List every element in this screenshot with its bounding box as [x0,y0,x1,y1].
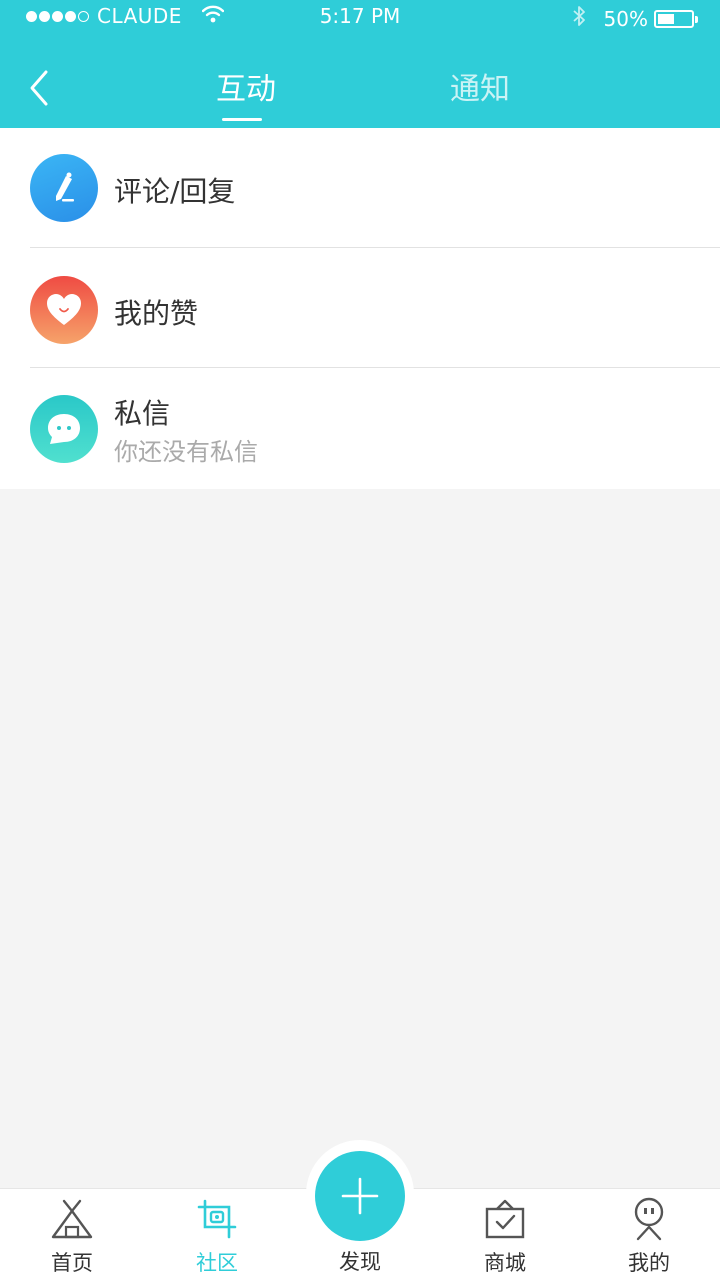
chevron-left-icon [30,70,48,106]
tabbar-label: 首页 [51,1251,93,1275]
list-item-title: 我的赞 [114,297,199,330]
list-item-title: 私信 [114,397,171,430]
discover-label: 发现 [339,1250,381,1274]
list-item-comments[interactable]: 评论/回复 [0,128,720,248]
list-item-messages[interactable]: 私信 你还没有私信 [0,368,720,489]
tabbar-label: 商城 [484,1251,526,1275]
community-icon [195,1197,239,1245]
bluetooth-icon [572,4,586,33]
tabbar-label: 我的 [628,1251,670,1275]
list-item-subtitle: 你还没有私信 [114,438,258,466]
battery-icon [654,9,698,28]
user-face-icon [627,1197,671,1245]
plus-icon [341,1177,379,1215]
pencil-icon [30,154,98,222]
header: CLAUDE 5:17 PM 50% 互动 通知 [0,0,720,128]
list-item-title: 评论/回复 [114,175,236,208]
tabbar-item-home[interactable]: 首页 [0,1189,144,1280]
tab-interaction[interactable]: 互动 [216,64,276,108]
shop-bag-icon [483,1197,527,1245]
heart-icon [30,276,98,344]
status-bar: CLAUDE 5:17 PM 50% [0,0,720,34]
tent-icon [50,1197,94,1245]
chat-bubble-icon [30,395,98,463]
tabbar-item-me[interactable]: 我的 [577,1189,720,1280]
discover-button[interactable] [315,1151,405,1241]
tabbar-item-community[interactable]: 社区 [145,1189,289,1280]
battery-percent: 50% [603,6,648,31]
tab-notifications[interactable]: 通知 [450,64,510,108]
back-button[interactable] [26,68,52,108]
list-item-likes[interactable]: 我的赞 [0,248,720,368]
tabbar-label: 社区 [196,1251,238,1275]
active-tab-indicator [222,118,262,121]
tabbar-item-shop[interactable]: 商城 [433,1189,577,1280]
interaction-list: 评论/回复 我的赞 私信 你还没有私信 [0,128,720,489]
